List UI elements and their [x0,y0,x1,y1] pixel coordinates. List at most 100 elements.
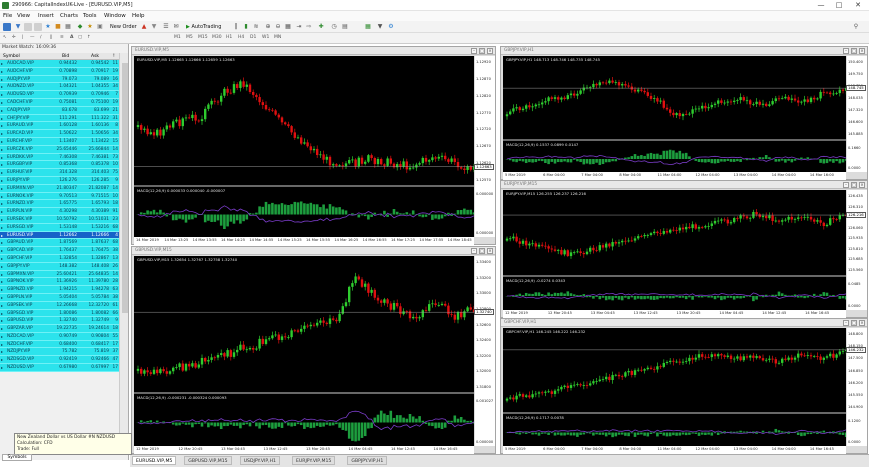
market-watch-row[interactable]: ▸ EURSGD.VIP 1.53148 1.53216 68 [0,223,119,232]
fibonacci-icon[interactable]: ≡ [60,34,64,42]
arrows-tool-icon[interactable]: ↑ [87,34,91,42]
chart-tab[interactable]: GBPJPY.VIP,H1 [347,456,388,465]
zoom-in-icon[interactable]: ⊕ [264,23,272,31]
price-plot[interactable]: EURJPY.VIP,M15 126.255 126.237 126.216 MA… [503,190,846,310]
market-watch-row[interactable]: ▸ EURCHF.VIP 1.13407 1.13422 15 [0,137,119,146]
market-watch-row[interactable]: ▸ GBPJPY.VIP 148.382 148.408 26 [0,262,119,271]
chart-maximize-icon[interactable]: □ [851,182,857,188]
chart-minimize-icon[interactable]: – [843,48,849,54]
market-watch-row[interactable]: ▸ AUDJPY.VIP 79.073 79.089 16 [0,75,119,84]
chart-tab[interactable]: EURUSD.VIP,M5 [132,456,177,465]
market-watch-row[interactable]: ▸ AUDCAD.VIP 0.94432 0.94542 11 [0,60,119,68]
minimize-icon[interactable]: — [813,0,829,11]
chart-minimize-icon[interactable]: – [843,182,849,188]
market-watch-row[interactable]: ▸ GBPSGD.VIP 1.80086 1.80082 66 [0,309,119,318]
chart-tab[interactable]: USDJPY.VIP,H1 [239,456,280,465]
menu-charts[interactable]: Charts [60,13,78,19]
market-watch-row[interactable]: ▸ GBPPLN.VIP 5.05404 5.05784 38 [0,293,119,302]
timeframe-m30[interactable]: M30 [212,34,222,42]
tile-windows-icon[interactable]: ▦ [284,23,292,31]
market-watch-row[interactable]: ▸ EURNZD.VIP 1.65775 1.65793 18 [0,200,119,209]
market-watch-row[interactable]: ▸ GBPCAD.VIP 1.76437 1.76475 38 [0,247,119,255]
market-watch-row[interactable]: ▸ AUDCHF.VIP 0.70898 0.70917 19 [0,67,119,76]
chart-window[interactable]: EURJPY.VIP,M15– □ × EURJPY.VIP,M15 126.255 … [500,180,868,318]
trendline-icon[interactable]: ∕ [40,34,42,42]
symbol-column-header[interactable]: Symbol [3,54,20,59]
market-watch-row[interactable]: ▸ EURAUD.VIP 1.60128 1.60136 8 [0,122,119,131]
market-watch-row[interactable]: ▸ CADCHF.VIP 0.75081 0.75100 19 [0,98,119,107]
label-tool-icon[interactable]: ▢ [78,34,82,42]
scrollbar-thumb[interactable] [122,63,128,313]
market-watch-row[interactable]: ▸ EURGBP.VIP 0.85368 0.85378 10 [0,161,119,170]
timeframe-d1[interactable]: D1 [250,34,256,42]
market-watch-row[interactable]: ▸ EURCZK.VIP 25.65446 25.66844 14 [0,145,119,154]
market-watch-row[interactable]: ▸ NZDSGD.VIP 0.92419 0.92466 47 [0,356,119,365]
chart-maximize-icon[interactable]: □ [851,48,857,54]
market-watch-row[interactable]: ▸ AUDUSD.VIP 0.70939 0.70946 7 [0,91,119,99]
market-watch-row[interactable]: ▸ AUDNZD.VIP 1.04321 1.04355 34 [0,83,119,92]
market-watch-row[interactable]: ▸ EURDKK.VIP 7.46308 7.46381 73 [0,153,119,162]
market-watch-row[interactable]: ▸ EURHUF.VIP 314.328 314.403 75 [0,169,119,177]
market-watch-row[interactable]: ▸ GBPSEK.VIP 12.26668 12.32720 61 [0,301,119,310]
price-plot[interactable]: EURUSD.VIP,M5 1.12665 1.12666 1.12659 1.… [134,56,474,237]
chart-window[interactable]: GBPJPY.VIP,H1– □ × GBPJPY.VIP,H1 148.713 14… [500,46,868,180]
navigator-icon[interactable]: ★ [44,23,52,31]
templates-icon[interactable]: ▤ [341,23,349,31]
price-plot[interactable]: GBPUSD.VIP,M15 1.32654 1.32767 1.32758 1… [134,256,474,446]
timeframe-m5[interactable]: M5 [186,34,193,42]
market-watch-row[interactable]: ▸ EURUSD.VIP 1.12662 1.12666 4 [0,231,119,240]
chart-close-icon[interactable]: × [487,48,493,54]
market-watch-row[interactable]: ▸ NZDUSD.VIP 0.67980 0.67997 17 [0,364,119,372]
market-watch-row[interactable]: ▸ CHFJPY.VIP 111.291 111.322 31 [0,114,119,123]
new-order-button[interactable]: New Order [109,23,138,31]
cursor-icon[interactable]: ↖ [3,34,7,42]
symbols-tab[interactable]: Symbols [2,454,32,461]
chart-close-icon[interactable]: × [487,248,493,254]
chart-close-icon[interactable]: × [859,320,865,326]
strategy-tester-icon[interactable]: ▦ [64,23,72,31]
indicators-icon[interactable]: ✚ [317,23,325,31]
market-watch-scrollbar[interactable] [119,53,128,451]
market-watch-row[interactable]: ▸ EURMXN.VIP 21.80347 21.82087 14 [0,184,119,193]
terminal-icon[interactable]: ■ [54,23,62,31]
market-watch-row[interactable]: ▸ GBPNZD.VIP 1.94215 1.94278 63 [0,286,119,294]
chart-window[interactable]: EURUSD.VIP,M5– □ × EURUSD.VIP,M5 1.12665 1.… [131,46,496,245]
data-window-icon[interactable] [34,23,42,31]
market-watch-row[interactable]: ▸ NZDJPY.VIP 75.782 75.819 37 [0,348,119,357]
chart-shift-icon[interactable]: ⇥ [295,23,303,31]
market-watch-row[interactable]: ▸ EURCAD.VIP 1.50622 1.50656 34 [0,130,119,138]
market-watch-row[interactable]: ▸ GBPMXN.VIP 25.60421 25.64835 14 [0,270,119,279]
zoom-out-icon[interactable]: ⊖ [274,23,282,31]
market-watch-row[interactable]: ▸ GBPZAR.VIP 19.22735 19.24614 18 [0,325,119,333]
market-watch-icon[interactable] [24,23,32,31]
maximize-icon[interactable]: □ [831,0,847,11]
menu-insert[interactable]: Insert [38,13,54,19]
timeframe-h4[interactable]: H4 [238,34,244,42]
crosshair-icon[interactable]: ✛ [12,34,16,42]
spread-column-header[interactable]: ! [113,54,115,59]
timeframe-m1[interactable]: M1 [174,34,181,42]
market-watch-row[interactable]: ▸ EURSEK.VIP 10.50792 10.51031 23 [0,215,119,224]
market-watch-row[interactable]: ▸ GBPUSD.VIP 1.32740 1.32749 9 [0,317,119,326]
chart-tab[interactable]: GBPUSD.VIP,M15 [184,456,232,465]
periods-icon[interactable]: ◷ [330,23,338,31]
chart-maximize-icon[interactable]: □ [479,48,485,54]
market-watch-row[interactable]: ▸ EURNOK.VIP 9.70513 9.71515 10 [0,192,119,201]
menu-window[interactable]: Window [104,13,126,19]
candlestick-icon[interactable]: ▮ [242,23,250,31]
timeframe-w1[interactable]: W1 [262,34,269,42]
chart-window[interactable]: GBPUSD.VIP,M15– □ × GBPUSD.VIP,M15 1.32654 … [131,246,496,454]
line-chart-icon[interactable]: ≋ [252,23,260,31]
grid-icon[interactable]: ▦ [364,23,372,31]
new-chart-icon[interactable] [3,23,11,31]
sell-icon[interactable]: ▼ [150,23,158,31]
market-watch-row[interactable]: ▸ CADJPY.VIP 83.678 83.699 21 [0,106,119,115]
market-watch-row[interactable]: ▸ EURPLN.VIP 4.30298 4.30389 91 [0,208,119,216]
horizontal-line-icon[interactable]: — [30,34,35,42]
autotrading-button[interactable]: ▶ AutoTrading [185,23,222,31]
menu-view[interactable]: View [17,13,30,19]
chart-maximize-icon[interactable]: □ [851,320,857,326]
market-watch-row[interactable]: ▸ GBPCHF.VIP 1.32854 1.32867 13 [0,254,119,263]
options-icon[interactable]: ⚙ [387,23,395,31]
price-plot[interactable]: GBPJPY.VIP,H1 148.713 148.746 148.735 14… [503,56,846,172]
